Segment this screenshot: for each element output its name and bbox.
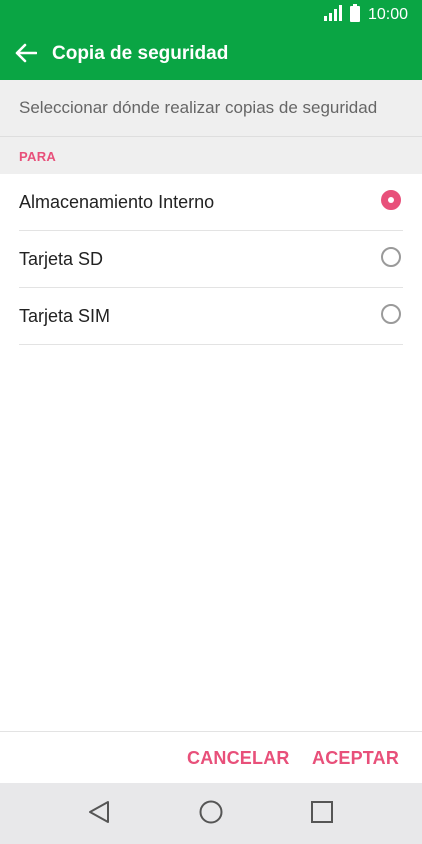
- status-time: 10:00: [367, 6, 408, 23]
- radio-button[interactable]: [381, 247, 401, 267]
- cancel-button[interactable]: CANCELAR: [187, 748, 290, 769]
- option-label: Tarjeta SD: [19, 249, 104, 269]
- navigation-bar: [0, 783, 422, 844]
- subheader-text: Seleccionar dónde realizar copias de seg…: [19, 98, 378, 117]
- section-header: PARA: [0, 137, 422, 174]
- nav-back-icon: [88, 800, 110, 829]
- nav-home-button[interactable]: [197, 800, 225, 828]
- section-label: PARA: [19, 149, 57, 164]
- option-label: Almacenamiento Interno: [19, 192, 215, 212]
- option-internal-storage[interactable]: Almacenamiento Interno: [19, 174, 403, 231]
- accept-button[interactable]: ACEPTAR: [312, 748, 399, 769]
- option-label: Tarjeta SIM: [19, 306, 111, 326]
- status-bar: 10:00: [0, 0, 422, 30]
- nav-recents-icon: [310, 800, 334, 829]
- nav-home-icon: [199, 800, 223, 829]
- battery-icon: [349, 3, 360, 27]
- nav-recents-button[interactable]: [308, 800, 336, 828]
- app-bar: Copia de seguridad: [0, 30, 422, 80]
- radio-button-selected[interactable]: [381, 190, 401, 210]
- radio-button[interactable]: [381, 304, 401, 324]
- nav-back-button[interactable]: [85, 800, 113, 828]
- arrow-back-icon: [15, 43, 38, 68]
- page-title: Copia de seguridad: [52, 43, 229, 64]
- option-sim-card[interactable]: Tarjeta SIM: [19, 288, 403, 345]
- divider: [0, 731, 422, 732]
- signal-icon: [323, 4, 342, 26]
- status-icons: 10:00: [323, 3, 408, 27]
- option-sd-card[interactable]: Tarjeta SD: [19, 231, 403, 288]
- back-button[interactable]: [12, 41, 40, 69]
- subheader: Seleccionar dónde realizar copias de seg…: [0, 80, 422, 137]
